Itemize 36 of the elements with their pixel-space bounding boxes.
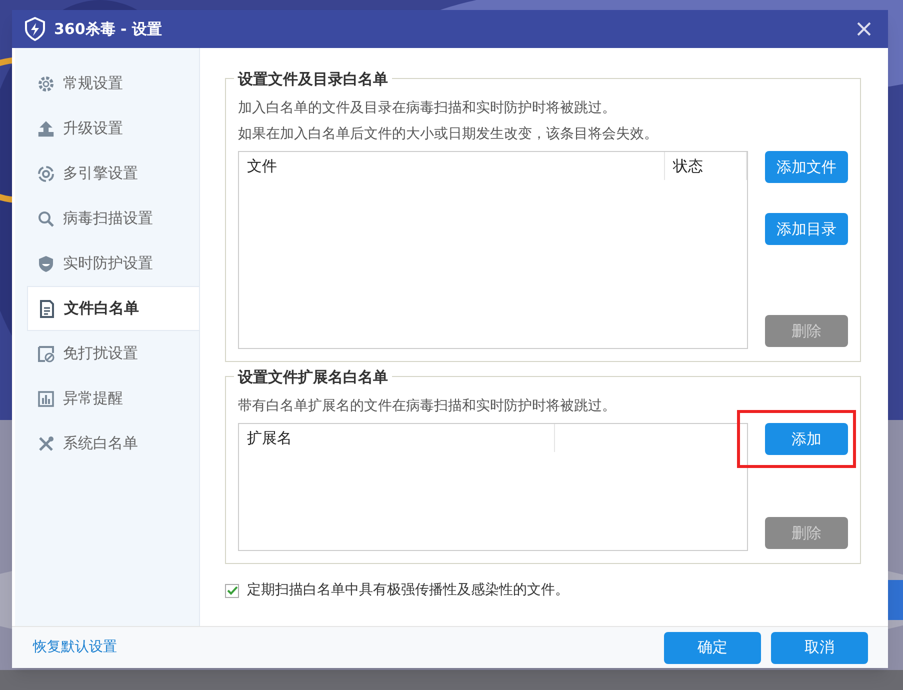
target-icon <box>37 164 55 182</box>
sidebar-item[interactable]: 多引擎设置 <box>27 151 199 196</box>
shield-icon <box>37 254 55 272</box>
restore-defaults-link[interactable]: 恢复默认设置 <box>33 637 664 658</box>
description-text: 带有白名单扩展名的文件在病毒扫描和实时防护时将被跳过。 <box>238 397 617 416</box>
shield-logo-icon <box>24 17 46 41</box>
checkbox-label: 定期扫描白名单中具有极强传播性及感染性的文件。 <box>247 581 569 600</box>
column-header: 状态 <box>665 152 747 180</box>
sidebar-item[interactable]: 病毒扫描设置 <box>27 196 199 241</box>
add-button[interactable]: 添加文件 <box>765 151 848 183</box>
search-icon <box>37 210 55 228</box>
sidebar-item[interactable]: 实时防护设置 <box>27 241 199 286</box>
bar-chart-icon <box>37 390 55 408</box>
document-icon <box>38 300 56 318</box>
close-icon <box>857 22 871 36</box>
cancel-button[interactable]: 取消 <box>771 632 868 664</box>
window-block-icon <box>37 344 55 362</box>
tools-icon <box>37 434 55 452</box>
add-button[interactable]: 添加 <box>765 423 848 455</box>
column-header: 扩展名 <box>239 424 555 452</box>
sidebar-item[interactable]: 常规设置 <box>27 61 199 106</box>
sidebar-item[interactable]: 系统白名单 <box>27 421 199 466</box>
window-title: 360杀毒 - 设置 <box>54 18 163 40</box>
column-header: 文件 <box>239 152 665 180</box>
sidebar-item[interactable]: 免打扰设置 <box>27 331 199 376</box>
sidebar-item[interactable]: 文件白名单 <box>27 286 200 331</box>
check-icon <box>226 585 238 596</box>
confirm-button[interactable]: 确定 <box>664 632 761 664</box>
add-button[interactable]: 添加目录 <box>765 213 848 245</box>
upload-icon <box>37 120 55 138</box>
description-text: 如果在加入白名单后文件的大小或日期发生改变，该条目将会失效。 <box>238 125 659 144</box>
sidebar-item[interactable]: 升级设置 <box>27 106 199 151</box>
gear-icon <box>37 74 55 92</box>
sidebar-item[interactable]: 异常提醒 <box>27 376 199 421</box>
checkbox[interactable] <box>225 584 239 598</box>
description-text: 加入白名单的文件及目录在病毒扫描和实时防护时将被跳过。 <box>238 99 617 118</box>
